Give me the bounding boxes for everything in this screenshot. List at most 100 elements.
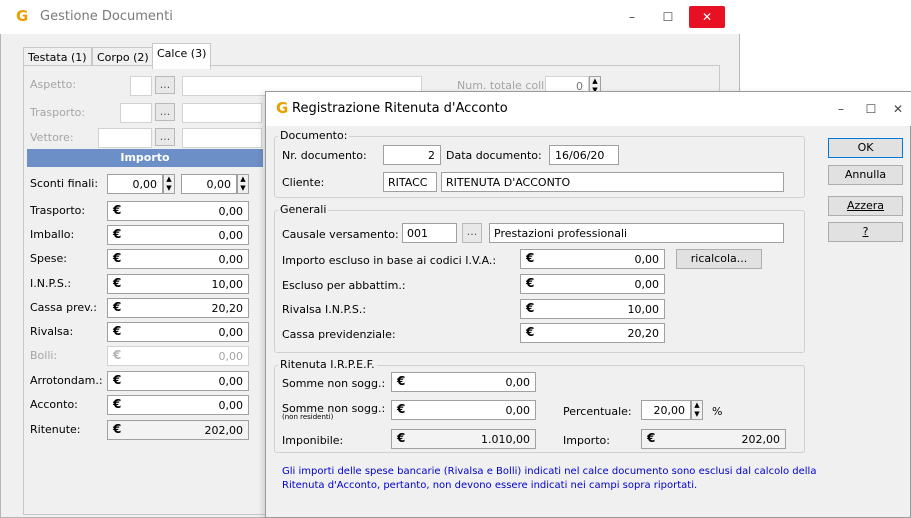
trasporto-field[interactable]: €0,00 — [107, 201, 249, 221]
importo-field: € 202,00 — [641, 429, 786, 449]
help-button[interactable]: ? — [828, 222, 903, 242]
acconto-field[interactable]: €0,00 — [107, 395, 249, 415]
nr-documento-field[interactable]: 2 — [383, 145, 441, 165]
vettore-code-field[interactable] — [98, 128, 152, 148]
imponibile-label: Imponibile: — [282, 434, 344, 447]
cassaprev-value: 20,20 — [211, 302, 244, 315]
cliente-code-field[interactable]: RITACC — [383, 172, 437, 192]
inps-value: 10,00 — [211, 278, 244, 291]
arrotondam-value: 0,00 — [218, 375, 244, 388]
imballo-label: Imballo: — [30, 228, 75, 241]
percentuale-field[interactable]: 20,00 — [641, 400, 691, 420]
sconti-spinner-1[interactable]: ▲ ▼ — [163, 174, 175, 194]
annulla-button[interactable]: Annulla — [828, 165, 903, 185]
somme-non-sogg-nr-field[interactable]: € 0,00 — [391, 400, 536, 420]
aspetto-lookup-button[interactable]: ... — [155, 76, 175, 94]
cliente-name-field[interactable]: RITENUTA D'ACCONTO — [441, 172, 784, 192]
euro-icon: € — [113, 300, 122, 314]
aspetto-code-field[interactable] — [130, 76, 152, 96]
abbattim-value: 0,00 — [634, 278, 660, 291]
maximize-icon[interactable]: ☐ — [653, 6, 683, 28]
bolli-value: 0,00 — [218, 350, 244, 363]
ritenute-value: 202,00 — [204, 424, 244, 437]
spese-label: Spese: — [30, 252, 67, 265]
causale-label: Causale versamento: — [282, 228, 399, 241]
somme-non-sogg-field[interactable]: € 0,00 — [391, 372, 536, 392]
dialog-close-icon[interactable]: ✕ — [883, 98, 911, 120]
ricalcola-button[interactable]: ricalcola... — [676, 249, 762, 269]
percentuale-spinner[interactable]: ▲ ▼ — [691, 400, 703, 420]
sconti-field-2[interactable]: 0,00 — [181, 174, 237, 194]
nr-documento-value: 2 — [428, 149, 435, 162]
rivalsa-field[interactable]: €0,00 — [107, 322, 249, 342]
acconto-value: 0,00 — [218, 399, 244, 412]
ok-button[interactable]: OK — [828, 138, 903, 158]
minimize-icon[interactable]: – — [617, 6, 647, 28]
euro-icon: € — [526, 276, 535, 290]
cassa-previdenziale-field[interactable]: € 20,20 — [520, 323, 665, 343]
arrotondam-field[interactable]: €0,00 — [107, 371, 249, 391]
cassa-previdenziale-label: Cassa previdenziale: — [282, 328, 396, 341]
azzera-button[interactable]: Azzera — [828, 196, 903, 216]
trasporto-desc-field[interactable] — [182, 103, 262, 123]
close-icon[interactable]: ✕ — [689, 6, 725, 28]
documento-group-title: Documento: — [278, 129, 350, 142]
ritenute-field: €202,00 — [107, 420, 249, 440]
euro-icon: € — [526, 251, 535, 265]
imponibile-field: € 1.010,00 — [391, 429, 536, 449]
importo-label: Importo: — [563, 434, 610, 447]
vettore-desc-field[interactable] — [182, 128, 262, 148]
cassaprev-label: Cassa prev.: — [30, 301, 98, 314]
irpef-group-title: Ritenuta I.R.P.E.F. — [278, 358, 377, 371]
escluso-iva-field[interactable]: € 0,00 — [520, 249, 665, 269]
euro-icon: € — [113, 422, 122, 436]
sconti-field-1[interactable]: 0,00 — [107, 174, 163, 194]
vettore-label: Vettore: — [30, 131, 74, 144]
tab-calce[interactable]: Calce (3) — [152, 43, 212, 69]
dialog-maximize-icon[interactable]: ☐ — [856, 98, 886, 120]
cliente-code-value: RITACC — [388, 176, 428, 189]
somme-non-sogg-nr-value: 0,00 — [505, 404, 531, 417]
sconti-value-2: 0,00 — [206, 178, 232, 191]
trasporto-code-field[interactable] — [120, 103, 152, 123]
bolli-label: Bolli: — [30, 349, 58, 362]
euro-icon: € — [397, 431, 406, 445]
sconti-spinner-2[interactable]: ▲ ▼ — [237, 174, 249, 194]
importo-header: Importo — [27, 149, 263, 167]
data-documento-field[interactable]: 16/06/20 — [549, 145, 619, 165]
rivalsa-inps-field[interactable]: € 10,00 — [520, 299, 665, 319]
causale-code-field[interactable]: 001 — [402, 223, 457, 243]
euro-icon: € — [526, 325, 535, 339]
cassaprev-field[interactable]: €20,20 — [107, 298, 249, 318]
abbattim-label: Escluso per abbattim.: — [282, 279, 406, 292]
percent-sign: % — [712, 405, 723, 418]
percentuale-label: Percentuale: — [563, 405, 632, 418]
euro-icon: € — [113, 397, 122, 411]
arrotondam-label: Arrotondam.: — [30, 374, 103, 387]
euro-icon: € — [397, 402, 406, 416]
importo-value: 202,00 — [741, 433, 781, 446]
rivalsa-inps-value: 10,00 — [627, 303, 660, 316]
data-documento-value: 16/06/20 — [555, 149, 605, 162]
inps-field[interactable]: €10,00 — [107, 274, 249, 294]
aspetto-label: Aspetto: — [30, 78, 77, 91]
causale-lookup-button[interactable]: ... — [462, 223, 482, 243]
trasporto-lookup-button[interactable]: ... — [155, 103, 175, 121]
dialog-minimize-icon[interactable]: – — [826, 98, 856, 120]
abbattim-field[interactable]: € 0,00 — [520, 274, 665, 294]
ritenute-label: Ritenute: — [30, 423, 81, 436]
causale-desc-field[interactable]: Prestazioni professionali — [489, 223, 784, 243]
cliente-label: Cliente: — [282, 176, 325, 189]
euro-icon: € — [397, 374, 406, 388]
euro-icon: € — [113, 276, 122, 290]
nr-documento-label: Nr. documento: — [282, 149, 367, 162]
spese-field[interactable]: €0,00 — [107, 249, 249, 269]
imponibile-value: 1.010,00 — [481, 433, 530, 446]
euro-icon: € — [113, 251, 122, 265]
somme-non-sogg-value: 0,00 — [505, 376, 531, 389]
bolli-field[interactable]: €0,00 — [107, 346, 249, 366]
vettore-lookup-button[interactable]: ... — [155, 128, 175, 146]
dialog-logo-icon: G — [276, 99, 289, 117]
euro-icon: € — [113, 227, 122, 241]
imballo-field[interactable]: €0,00 — [107, 225, 249, 245]
